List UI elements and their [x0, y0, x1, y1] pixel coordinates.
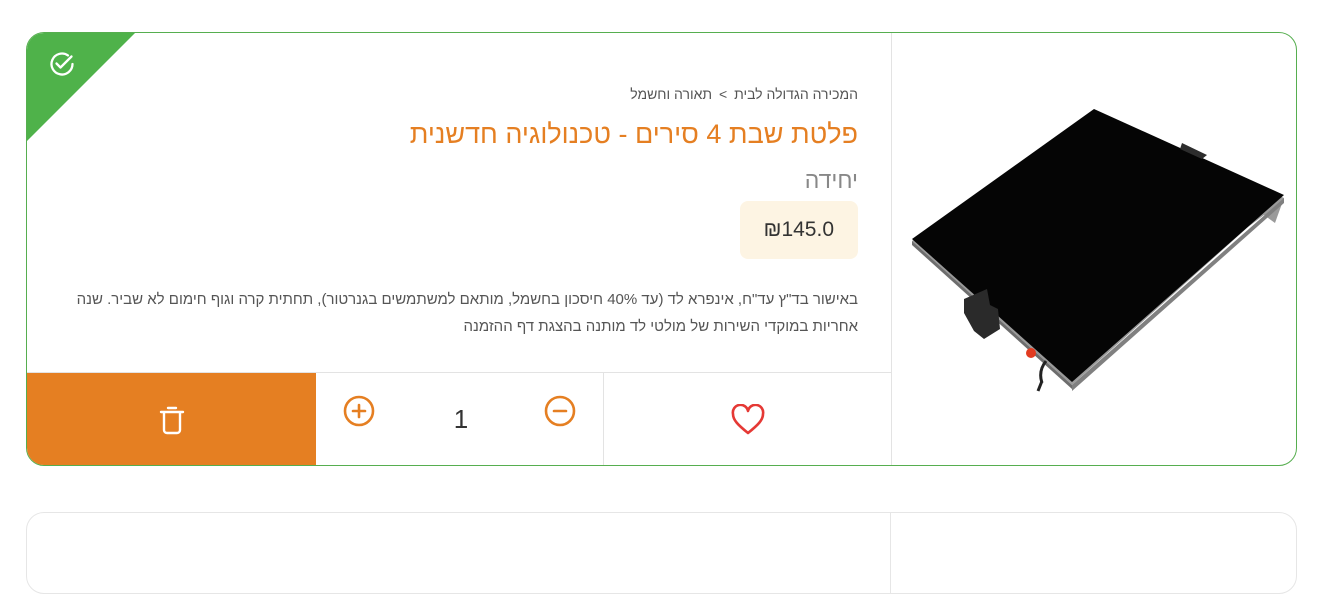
- quantity-stepper: 1: [316, 373, 604, 465]
- product-unit: יחידה: [804, 167, 858, 193]
- product-title[interactable]: פלטת שבת 4 סירים - טכנולוגיה חדשנית: [410, 119, 858, 150]
- breadcrumb: המכירה הגדולה לבית > תאורה וחשמל: [630, 86, 858, 102]
- minus-circle-icon[interactable]: [543, 394, 577, 428]
- cart-item-card: [26, 512, 1297, 594]
- product-price: ₪145.0: [739, 201, 858, 259]
- favorite-button[interactable]: [604, 373, 891, 465]
- breadcrumb-separator: >: [718, 86, 728, 102]
- delete-button[interactable]: [27, 373, 316, 465]
- product-description: באישור בד"ץ עד"ח, אינפרא לד (עד 40% חיסכ…: [76, 291, 858, 335]
- plus-circle-icon[interactable]: [342, 394, 376, 428]
- card-divider: [890, 513, 891, 593]
- cart-item-actions: 1: [27, 372, 891, 465]
- heart-icon: [731, 403, 764, 434]
- product-info: המכירה הגדולה לבית > תאורה וחשמל פלטת שב…: [27, 33, 890, 372]
- product-image-area[interactable]: [891, 33, 1296, 465]
- breadcrumb-category[interactable]: המכירה הגדולה לבית: [734, 86, 858, 102]
- product-image[interactable]: [912, 103, 1287, 433]
- cart-item-card: המכירה הגדולה לבית > תאורה וחשמל פלטת שב…: [26, 32, 1297, 466]
- breadcrumb-subcategory[interactable]: תאורה וחשמל: [630, 86, 712, 102]
- quantity-value: 1: [453, 404, 469, 434]
- trash-icon: [159, 406, 184, 434]
